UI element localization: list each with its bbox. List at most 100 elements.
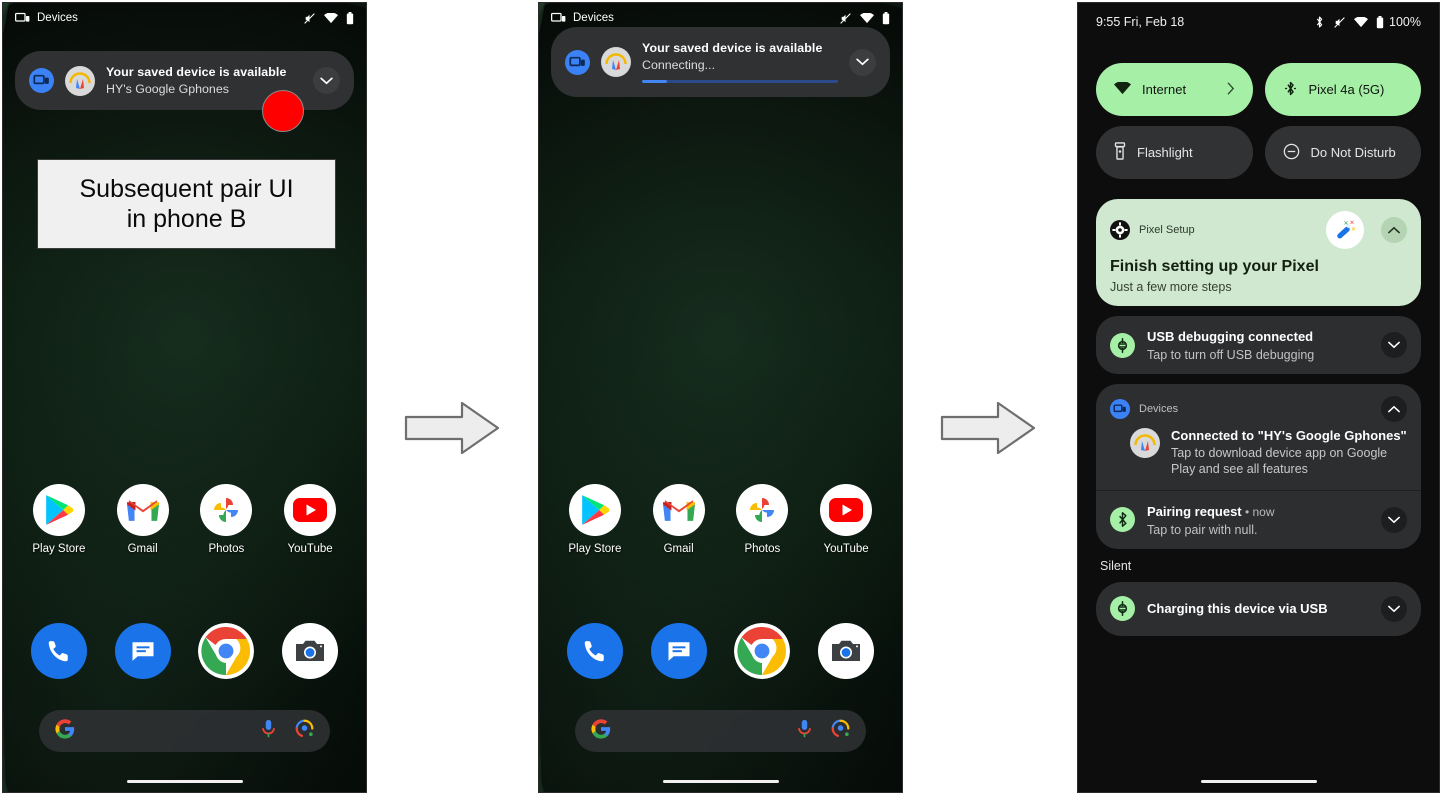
notification-group-devices: Devices Connected to "HY's Google Gphone… [1096, 384, 1421, 549]
app-label: YouTube [823, 543, 869, 555]
camera-icon[interactable] [818, 623, 875, 679]
notification-usb-debugging[interactable]: USB debugging connected Tap to turn off … [1096, 316, 1421, 374]
camera-icon[interactable] [282, 623, 339, 679]
chrome-icon[interactable] [198, 623, 255, 679]
app-label: Photos [208, 543, 245, 555]
notification-charging[interactable]: Charging this device via USB [1096, 581, 1421, 636]
app-play-store[interactable]: Play Store [562, 484, 628, 555]
svg-text:✕: ✕ [1344, 220, 1349, 227]
dock [3, 623, 366, 679]
chevron-right-icon[interactable] [1227, 81, 1235, 98]
qs-tile-bluetooth[interactable]: Pixel 4a (5G) [1264, 63, 1421, 116]
notification-pixel-setup[interactable]: Pixel Setup ✕ ✕ ✕ Finish setting up your… [1096, 199, 1421, 306]
chrome-icon[interactable] [734, 623, 791, 679]
status-app-label: Devices [573, 12, 614, 24]
notification-title: Your saved device is available [106, 65, 287, 79]
chevron-up-icon[interactable] [1381, 217, 1407, 243]
notification-devices[interactable]: Devices Connected to "HY's Google Gphone… [1096, 384, 1421, 490]
google-search-bar[interactable] [39, 710, 330, 752]
headphones-icon [1130, 428, 1160, 458]
notification-subtitle: Just a few more steps [1110, 280, 1232, 294]
clock: 9:55 Fri, Feb 18 [1096, 15, 1185, 29]
qs-tile-internet[interactable]: Internet [1096, 63, 1253, 116]
notification-title: Finish setting up your Pixel [1110, 258, 1319, 275]
chevron-down-icon[interactable] [1381, 332, 1407, 358]
tap-marker [262, 90, 304, 132]
app-label: Photos [744, 543, 781, 555]
google-g-icon [591, 718, 611, 744]
phone-icon[interactable] [30, 623, 87, 679]
gesture-bar[interactable] [126, 779, 243, 783]
app-label: Gmail [663, 543, 694, 555]
battery-icon [882, 11, 890, 25]
battery-icon [1376, 15, 1384, 29]
youtube-icon [284, 484, 337, 536]
chevron-down-icon[interactable] [1381, 595, 1407, 622]
android-usb-icon [1110, 332, 1135, 358]
status-app-label: Devices [37, 12, 78, 24]
app-row: Play Store Gmail Photos YouTube [539, 484, 902, 555]
caption-text: Subsequent pair UI in phone B [79, 175, 294, 233]
qs-label: Do Not Disturb [1310, 145, 1396, 160]
notification-subtitle: Tap to download device app on Google Pla… [1171, 446, 1388, 477]
qs-label: Pixel 4a (5G) [1308, 82, 1385, 97]
flow-arrow-2 [940, 400, 1036, 461]
gesture-bar[interactable] [662, 779, 779, 783]
bluetooth-icon [1314, 15, 1325, 29]
app-photos[interactable]: Photos [193, 484, 259, 555]
devices-icon [1110, 399, 1130, 419]
app-gmail[interactable]: Gmail [646, 484, 712, 555]
notification-title: Connected to "HY's Google Gphones" [1171, 428, 1407, 443]
heads-up-notification[interactable]: Your saved device is available Connectin… [551, 27, 890, 97]
bluetooth-icon [1283, 80, 1298, 100]
svg-text:✕: ✕ [1351, 226, 1356, 233]
google-g-icon [55, 718, 75, 744]
mute-icon [839, 12, 852, 25]
heads-up-notification[interactable]: Your saved device is available HY's Goog… [15, 51, 354, 110]
magic-wand-icon: ✕ ✕ ✕ [1326, 211, 1364, 249]
google-lens-icon[interactable] [295, 719, 314, 743]
chevron-down-icon[interactable] [849, 48, 876, 76]
phone-icon[interactable] [566, 623, 623, 679]
wifi-icon [860, 12, 874, 24]
qs-tile-flashlight[interactable]: Flashlight [1096, 126, 1253, 179]
status-bar: 9:55 Fri, Feb 18 100% [1078, 3, 1439, 41]
messages-icon[interactable] [114, 623, 171, 679]
app-youtube[interactable]: YouTube [277, 484, 343, 555]
gear-icon [1110, 220, 1130, 240]
notification-subtitle: Connecting... [642, 58, 716, 72]
microphone-icon[interactable] [260, 719, 277, 744]
qs-tile-do-not-disturb[interactable]: Do Not Disturb [1264, 126, 1421, 179]
app-label: Gmail [127, 543, 158, 555]
google-lens-icon[interactable] [831, 719, 850, 743]
gesture-bar[interactable] [1200, 779, 1317, 783]
app-label: Play Store [568, 543, 622, 555]
notification-subtitle: Tap to pair with null. [1147, 522, 1258, 537]
gmail-icon [116, 484, 169, 536]
notification-pairing-request[interactable]: Pairing request • now Tap to pair with n… [1096, 489, 1421, 549]
headphones-icon [65, 65, 95, 96]
chevron-up-icon[interactable] [1381, 396, 1407, 422]
youtube-icon [820, 484, 873, 536]
devices-icon [565, 49, 590, 75]
notification-title: Your saved device is available [642, 41, 823, 55]
app-photos[interactable]: Photos [729, 484, 795, 555]
battery-icon [346, 11, 354, 25]
google-photos-icon [200, 484, 253, 536]
qs-label: Internet [1142, 82, 1187, 97]
phone-a-screenshot: Devices Your saved device is available H… [2, 2, 367, 793]
chevron-down-icon[interactable] [1381, 506, 1407, 533]
google-search-bar[interactable] [575, 710, 866, 752]
app-youtube[interactable]: YouTube [813, 484, 879, 555]
notification-title: USB debugging connected [1147, 329, 1314, 344]
app-gmail[interactable]: Gmail [110, 484, 176, 555]
notification-title: Charging this device via USB [1147, 601, 1328, 616]
chevron-down-icon[interactable] [313, 67, 340, 94]
microphone-icon[interactable] [796, 719, 813, 744]
google-photos-icon [736, 484, 789, 536]
play-store-icon [32, 484, 85, 536]
notification-group-usb: USB debugging connected Tap to turn off … [1096, 316, 1421, 374]
wifi-icon [324, 12, 338, 24]
messages-icon[interactable] [650, 623, 707, 679]
app-play-store[interactable]: Play Store [26, 484, 92, 555]
